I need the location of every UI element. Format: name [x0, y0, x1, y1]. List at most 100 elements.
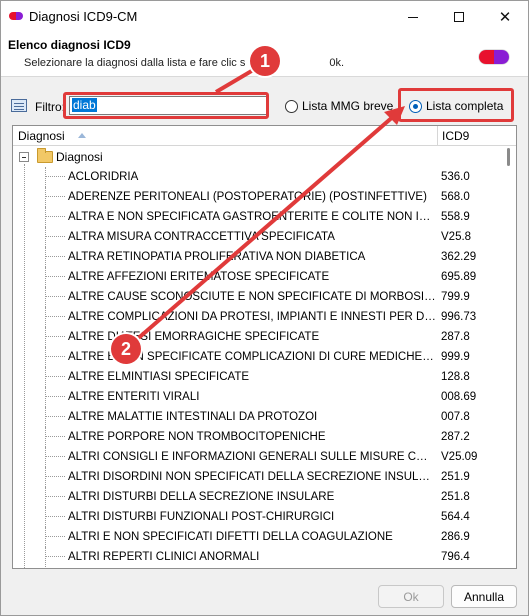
- list-item[interactable]: ALTRA RETINOPATIA PROLIFERATIVA NON DIAB…: [13, 247, 500, 267]
- diagnosis-code: 796.4: [441, 551, 470, 563]
- list-item[interactable]: ADERENZE PERITONEALI (POSTOPERATORIE) (P…: [13, 187, 500, 207]
- list-item[interactable]: ALTRI E NON SPECIFICATI DIFETTI DELLA CO…: [13, 527, 500, 547]
- maximize-button[interactable]: [436, 1, 482, 33]
- list-item[interactable]: ALTRI DISORDINI NON SPECIFICATI DELLA SE…: [13, 467, 500, 487]
- folder-icon: [37, 148, 53, 163]
- diagnosis-code: 695.89: [441, 271, 477, 283]
- diagnosis-description: ALTRI CONSIGLI E INFORMAZIONI GENERALI S…: [68, 451, 436, 463]
- diagnosis-description: ALTRI DISTURBI FUNZIONALI POST-CHIRURGIC…: [68, 511, 335, 523]
- diagnosis-code: V25.09: [441, 451, 478, 463]
- diagnosis-code: 008.69: [441, 391, 477, 403]
- diagnosis-description: ALTRI DISTURBI DELLA SECREZIONE INSULARE: [68, 491, 335, 503]
- column-header-icd9[interactable]: ICD9: [439, 126, 499, 146]
- app-pill-icon: [9, 12, 23, 20]
- tree-root-node[interactable]: Diagnosi: [13, 148, 500, 167]
- list-item[interactable]: ALTRE ELMINTIASI SPECIFICATE 128.8: [13, 367, 500, 387]
- column-header-diagnosi[interactable]: Diagnosi: [13, 126, 438, 146]
- list-item[interactable]: ALTRE MALATTIE INTESTINALI DA PROTOZOI 00…: [13, 407, 500, 427]
- header-subtitle-tail: 0k.: [329, 57, 345, 69]
- highlight-lista-completa: [398, 88, 514, 122]
- collapse-icon[interactable]: [19, 152, 29, 162]
- step-badge-2: 2: [111, 334, 141, 364]
- tree-branch: [45, 256, 65, 257]
- tree-branch: [45, 556, 65, 557]
- cancel-button[interactable]: Annulla: [451, 585, 517, 608]
- diagnosis-description: ALTRA E NON SPECIFICATA GASTROENTERITE E…: [68, 211, 436, 223]
- list-item[interactable]: ALTRE PORPORE NON TROMBOCITOPENICHE 287.2: [13, 427, 500, 447]
- list-item[interactable]: ALTRE COMPLICAZIONI DA PROTESI, IMPIANTI…: [13, 307, 500, 327]
- tree-connector: [45, 527, 46, 547]
- tree-connector: [45, 307, 46, 327]
- list-item[interactable]: ALTRE ENTERITI VIRALI 008.69: [13, 387, 500, 407]
- diagnosis-description: ALTRE MALATTIE INTESTINALI DA PROTOZOI: [68, 411, 318, 423]
- vertical-scrollbar[interactable]: [501, 146, 516, 568]
- tree-connector: [45, 287, 46, 307]
- list-item[interactable]: ACLORIDRIA 536.0: [13, 167, 500, 187]
- tree-branch: [45, 376, 65, 377]
- diagnosis-description: ALTRI DISORDINI NON SPECIFICATI DELLA SE…: [68, 471, 436, 483]
- ok-button[interactable]: Ok: [378, 585, 444, 608]
- diagnosis-code: 128.8: [441, 371, 470, 383]
- diagnosis-code: 999.9: [441, 351, 470, 363]
- diagnosis-code: 996.73: [441, 311, 477, 323]
- minimize-button[interactable]: [390, 1, 436, 33]
- maximize-icon: [454, 12, 464, 22]
- diagnosis-code: 287.8: [441, 331, 470, 343]
- scrollbar-thumb[interactable]: [507, 148, 510, 166]
- tree-branch: [45, 176, 65, 177]
- tree-branch: [45, 516, 65, 517]
- tree-connector: [45, 247, 46, 267]
- tree-connector: [45, 347, 46, 367]
- diagnosis-description: ALTRI REPERTI CLINICI ANORMALI: [68, 551, 260, 563]
- list-item[interactable]: ALTRE AFFEZIONI ERITEMATOSE SPECIFICATE 6…: [13, 267, 500, 287]
- radio-lista-mmg-breve[interactable]: Lista MMG breve: [285, 99, 393, 113]
- tree-connector: [45, 187, 46, 207]
- tree-branch: [45, 496, 65, 497]
- tree-branch: [45, 436, 65, 437]
- tree-connector: [45, 327, 46, 347]
- diagnosis-tree-list[interactable]: Diagnosi ICD9 Diagnosi ACLORIDRIA 536.0 AD…: [12, 125, 517, 569]
- filter-label: Filtro:: [35, 100, 65, 114]
- radio-off-icon: [285, 99, 298, 113]
- tree-connector: [45, 407, 46, 427]
- list-item[interactable]: ALTRE CAUSE SCONOSCIUTE E NON SPECIFICAT…: [13, 287, 500, 307]
- list-item[interactable]: ALTRE DIATESI EMORRAGICHE SPECIFICATE 287…: [13, 327, 500, 347]
- highlight-filter-input: [63, 92, 269, 119]
- list-item[interactable]: ALTRI DISTURBI FUNZIONALI POST-CHIRURGIC…: [13, 507, 500, 527]
- tree-root-label: Diagnosi: [56, 150, 103, 164]
- list-item[interactable]: ALTRI REPERTI CLINICI ANORMALI 796.4: [13, 547, 500, 567]
- list-item[interactable]: ALTRA MISURA CONTRACCETTIVA SPECIFICATA V…: [13, 227, 500, 247]
- tree-connector: [45, 367, 46, 387]
- diagnosis-code: 286.9: [441, 531, 470, 543]
- tree-connector: [45, 427, 46, 447]
- diagnosis-description: ALTRE ENTERITI VIRALI: [68, 391, 200, 403]
- diagnosis-code: 251.8: [441, 491, 470, 503]
- filter-list-icon: [11, 99, 27, 112]
- diagnosis-code: 362.29: [441, 251, 477, 263]
- header-subtitle: Selezionare la diagnosi dalla lista e fa…: [24, 57, 344, 69]
- list-item[interactable]: ALTRE E NON SPECIFICATE COMPLICAZIONI DI…: [13, 347, 500, 367]
- list-item[interactable]: ALTRI DISTURBI DELLA SECREZIONE INSULARE…: [13, 487, 500, 507]
- radio-label-breve: Lista MMG breve: [302, 99, 394, 113]
- tree-branch: [45, 216, 65, 217]
- diagnosis-code: 007.8: [441, 411, 470, 423]
- diagnosis-code: 558.9: [441, 211, 470, 223]
- list-item[interactable]: ALTRA E NON SPECIFICATA GASTROENTERITE E…: [13, 207, 500, 227]
- tree-branch: [45, 536, 65, 537]
- diagnosis-code: 564.4: [441, 511, 470, 523]
- step-badge-1: 1: [250, 46, 280, 76]
- column-header: Diagnosi ICD9: [13, 126, 516, 146]
- tree-connector: [45, 227, 46, 247]
- list-item[interactable]: ALTRI CONSIGLI E INFORMAZIONI GENERALI S…: [13, 447, 500, 467]
- minimize-icon: [408, 16, 418, 18]
- diagnosis-code: 799.9: [441, 291, 470, 303]
- tree-branch: [45, 276, 65, 277]
- close-button[interactable]: ✕: [482, 1, 528, 33]
- tree-connector: [45, 387, 46, 407]
- tree-branch: [45, 456, 65, 457]
- tree-branch: [45, 316, 65, 317]
- tree-connector: [45, 447, 46, 467]
- column-label-icd9: ICD9: [442, 129, 470, 143]
- tree-branch: [45, 416, 65, 417]
- tree-branch: [45, 336, 65, 337]
